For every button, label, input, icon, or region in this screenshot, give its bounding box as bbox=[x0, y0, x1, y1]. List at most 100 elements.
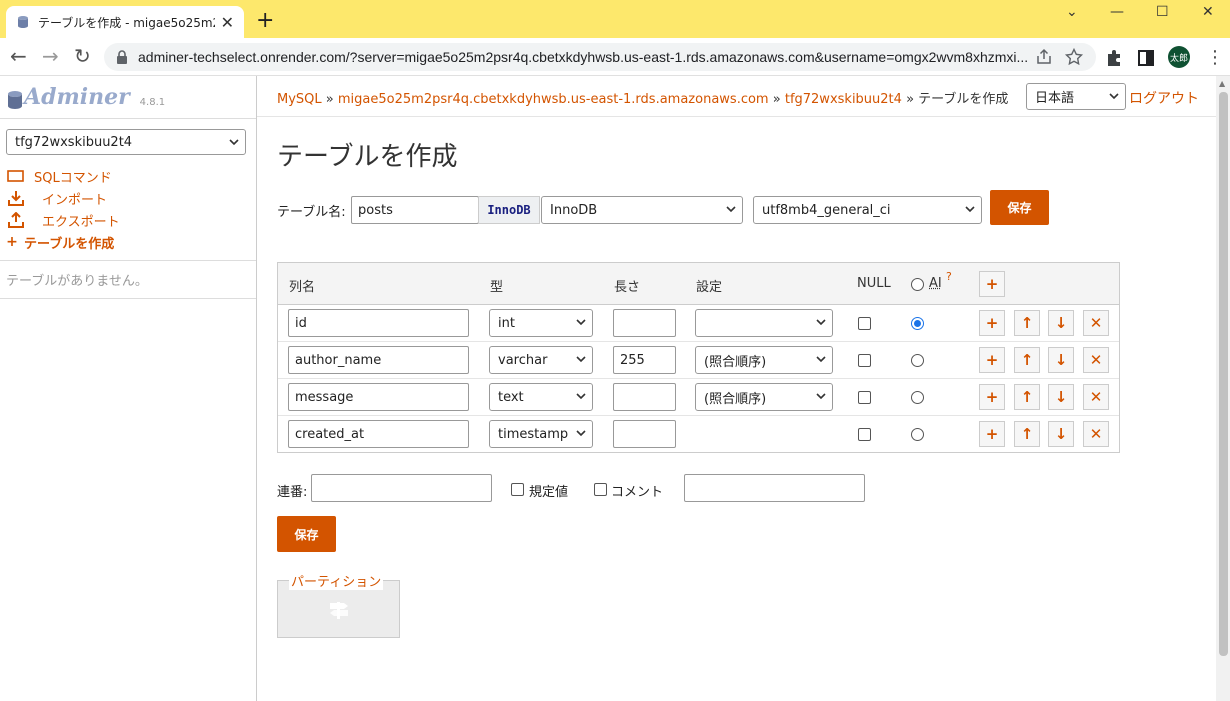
address-bar[interactable]: adminer-techselect.onrender.com/?server=… bbox=[104, 43, 1096, 71]
remove-row-button[interactable]: ✕ bbox=[1083, 310, 1109, 336]
extensions-puzzle-icon[interactable] bbox=[1104, 48, 1124, 68]
chevron-down-icon bbox=[1109, 93, 1119, 100]
new-tab-button[interactable]: + bbox=[256, 8, 274, 33]
sidebar-item-export[interactable]: エクスポート bbox=[6, 209, 120, 231]
column-header-name: 列名 bbox=[289, 280, 316, 295]
column-type-select[interactable]: varchar bbox=[489, 346, 593, 374]
logout-link[interactable]: ログアウト bbox=[1129, 88, 1199, 108]
adminer-logo[interactable]: Adminer 4.8.1 bbox=[6, 84, 165, 110]
partition-toggle-link[interactable]: パーティション bbox=[289, 571, 384, 590]
null-checkbox[interactable] bbox=[858, 317, 871, 330]
signpost-icon[interactable] bbox=[325, 598, 353, 620]
comment-input[interactable] bbox=[684, 474, 865, 502]
default-checkbox[interactable] bbox=[511, 483, 524, 496]
export-icon bbox=[8, 212, 24, 228]
column-name-input[interactable]: message bbox=[288, 383, 469, 411]
move-up-button[interactable]: ↑ bbox=[1014, 347, 1040, 373]
column-type-value: text bbox=[498, 389, 524, 405]
sidebar-item-create-table[interactable]: + テーブルを作成 bbox=[6, 231, 120, 253]
database-select[interactable]: tfg72wxskibuu2t4 bbox=[6, 129, 246, 155]
chevron-down-icon bbox=[576, 430, 586, 437]
column-length-input[interactable] bbox=[613, 309, 676, 337]
column-length-input[interactable] bbox=[613, 420, 676, 448]
breadcrumb-database-link[interactable]: tfg72wxskibuu2t4 bbox=[785, 92, 902, 107]
ai-none-radio[interactable] bbox=[911, 278, 924, 291]
share-icon[interactable] bbox=[1034, 47, 1054, 67]
chevron-down-icon bbox=[816, 393, 826, 400]
table-name-input[interactable]: posts bbox=[351, 196, 479, 224]
tab-search-icon[interactable]: ⌄ bbox=[1066, 4, 1078, 20]
tab-close-icon[interactable]: ✕ bbox=[221, 13, 234, 32]
add-column-button[interactable]: + bbox=[979, 271, 1005, 297]
browser-toolbar: ← → ↻ adminer-techselect.onrender.com/?s… bbox=[0, 38, 1230, 76]
save-button[interactable]: 保存 bbox=[277, 516, 336, 552]
profile-avatar[interactable]: 太郎 bbox=[1168, 46, 1190, 68]
column-type-select[interactable]: int bbox=[489, 309, 593, 337]
back-button[interactable]: ← bbox=[10, 46, 27, 66]
move-up-button[interactable]: ↑ bbox=[1014, 421, 1040, 447]
move-down-button[interactable]: ↓ bbox=[1048, 347, 1074, 373]
bookmark-star-icon[interactable] bbox=[1064, 47, 1084, 67]
add-row-button[interactable]: + bbox=[979, 310, 1005, 336]
column-header-ai: AI bbox=[929, 276, 942, 291]
database-icon bbox=[18, 16, 28, 28]
column-name-input[interactable]: author_name bbox=[288, 346, 469, 374]
column-name-input[interactable]: created_at bbox=[288, 420, 469, 448]
sidebar-item-sql-command[interactable]: SQLコマンド bbox=[6, 165, 120, 187]
column-type-select[interactable]: text bbox=[489, 383, 593, 411]
move-down-button[interactable]: ↓ bbox=[1048, 384, 1074, 410]
engine-select[interactable]: InnoDB bbox=[541, 196, 743, 224]
browser-tab[interactable]: テーブルを作成 - migae5o25m2psr4 ✕ bbox=[6, 6, 244, 38]
breadcrumb-server-link[interactable]: migae5o25m2psr4q.cbetxkdyhwsb.us-east-1.… bbox=[338, 92, 769, 107]
sidebar-item-import[interactable]: インポート bbox=[6, 187, 120, 209]
lock-icon bbox=[117, 50, 127, 64]
null-checkbox[interactable] bbox=[858, 354, 871, 367]
minimize-button[interactable]: — bbox=[1110, 4, 1124, 20]
ai-radio[interactable] bbox=[911, 354, 924, 367]
remove-row-button[interactable]: ✕ bbox=[1083, 384, 1109, 410]
side-panel-icon[interactable] bbox=[1136, 48, 1156, 68]
table-row: message text (照合順序) + ↑ ↓ ✕ bbox=[278, 379, 1119, 416]
column-option-select[interactable]: (照合順序) bbox=[695, 383, 833, 411]
close-window-button[interactable]: ✕ bbox=[1202, 4, 1214, 20]
ai-radio[interactable] bbox=[911, 317, 924, 330]
column-name-input[interactable]: id bbox=[288, 309, 469, 337]
move-down-button[interactable]: ↓ bbox=[1048, 310, 1074, 336]
chevron-down-icon bbox=[576, 356, 586, 363]
column-option-select[interactable] bbox=[695, 309, 833, 337]
header-divider bbox=[257, 116, 1219, 117]
column-option-select[interactable]: (照合順序) bbox=[695, 346, 833, 374]
scroll-up-icon[interactable]: ▲ bbox=[1219, 79, 1225, 88]
auto-increment-input[interactable] bbox=[311, 474, 492, 502]
save-button-top[interactable]: 保存 bbox=[990, 190, 1049, 225]
browser-menu-icon[interactable]: ⋮ bbox=[1206, 47, 1224, 68]
remove-row-button[interactable]: ✕ bbox=[1083, 421, 1109, 447]
collation-select[interactable]: utf8mb4_general_ci bbox=[753, 196, 982, 224]
sidebar-item-label: エクスポート bbox=[42, 214, 120, 230]
column-length-input[interactable] bbox=[613, 383, 676, 411]
add-row-button[interactable]: + bbox=[979, 421, 1005, 447]
maximize-button[interactable]: ☐ bbox=[1156, 4, 1169, 20]
remove-row-button[interactable]: ✕ bbox=[1083, 347, 1109, 373]
forward-button[interactable]: → bbox=[42, 46, 59, 66]
sidebar-item-label: テーブルを作成 bbox=[24, 236, 115, 252]
comment-checkbox[interactable] bbox=[594, 483, 607, 496]
breadcrumb-driver-link[interactable]: MySQL bbox=[277, 92, 322, 107]
null-checkbox[interactable] bbox=[858, 391, 871, 404]
move-down-button[interactable]: ↓ bbox=[1048, 421, 1074, 447]
ai-radio[interactable] bbox=[911, 428, 924, 441]
column-type-select[interactable]: timestamp bbox=[489, 420, 593, 448]
column-header-options: 設定 bbox=[696, 280, 723, 295]
ai-help-link[interactable]: ? bbox=[946, 270, 952, 283]
chevron-down-icon bbox=[816, 356, 826, 363]
scrollbar-thumb[interactable] bbox=[1219, 92, 1228, 656]
ai-radio[interactable] bbox=[911, 391, 924, 404]
add-row-button[interactable]: + bbox=[979, 347, 1005, 373]
move-up-button[interactable]: ↑ bbox=[1014, 384, 1040, 410]
column-length-input[interactable]: 255 bbox=[613, 346, 676, 374]
add-row-button[interactable]: + bbox=[979, 384, 1005, 410]
null-checkbox[interactable] bbox=[858, 428, 871, 441]
move-up-button[interactable]: ↑ bbox=[1014, 310, 1040, 336]
language-select[interactable]: 日本語 bbox=[1026, 83, 1126, 110]
reload-button[interactable]: ↻ bbox=[74, 46, 91, 66]
